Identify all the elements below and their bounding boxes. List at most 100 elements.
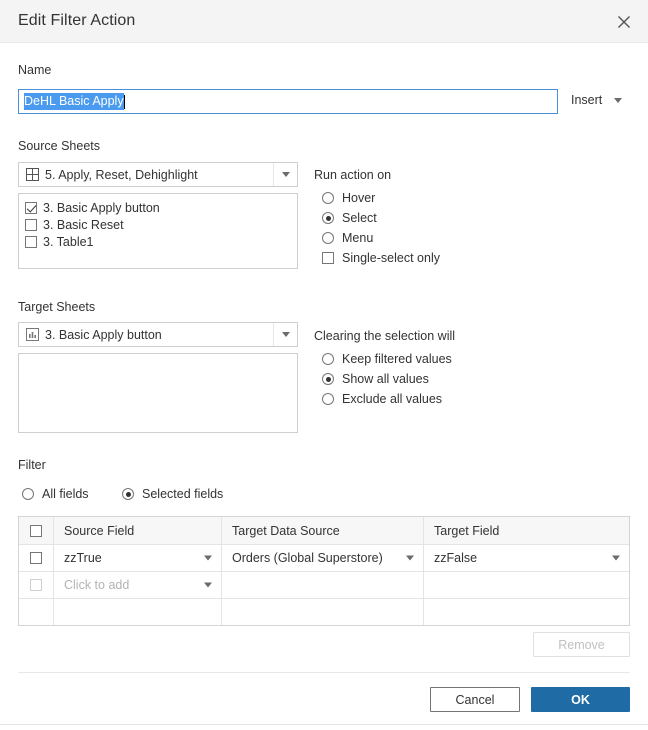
chevron-down-icon (273, 323, 297, 346)
list-item[interactable]: 3. Table1 (19, 233, 297, 250)
radio-icon[interactable] (322, 212, 334, 224)
filter-label: Filter (18, 458, 46, 472)
name-input[interactable]: DeHL Basic Apply (18, 89, 558, 114)
radio-hover[interactable]: Hover (322, 191, 375, 205)
cell-target-data-source[interactable]: Orders (Global Superstore) (221, 545, 423, 571)
filter-fields-table: Source Field Target Data Source Target F… (18, 516, 630, 626)
checkbox (30, 579, 42, 591)
radio-icon[interactable] (322, 353, 334, 365)
edit-filter-action-dialog: Edit Filter Action Name DeHL Basic Apply… (0, 0, 648, 730)
column-header-target-data-source: Target Data Source (221, 517, 423, 544)
footer-separator (18, 672, 630, 673)
remove-button: Remove (533, 632, 630, 657)
cell-source-field[interactable]: zzTrue (53, 545, 221, 571)
chevron-down-icon[interactable] (406, 555, 414, 561)
list-item[interactable]: 3. Basic Apply button (19, 199, 297, 216)
cell-source-field-add[interactable]: Click to add (53, 572, 221, 598)
dialog-title: Edit Filter Action (18, 12, 136, 29)
name-label: Name (18, 63, 52, 77)
chevron-down-icon[interactable] (612, 555, 620, 561)
insert-dropdown[interactable]: Insert (571, 93, 623, 107)
radio-selected-fields[interactable]: Selected fields (122, 487, 223, 501)
row-checkbox-cell-empty (19, 599, 53, 625)
cell-empty (423, 599, 629, 625)
cell-target-field-value: zzFalse (434, 551, 478, 565)
clearing-selection-label: Clearing the selection will (314, 329, 456, 343)
radio-select-label: Select (342, 211, 377, 225)
radio-icon[interactable] (322, 232, 334, 244)
ok-button-label: OK (571, 692, 590, 707)
cell-target-data-source-value: Orders (Global Superstore) (232, 551, 383, 565)
radio-icon[interactable] (322, 192, 334, 204)
table-row[interactable]: zzTrue Orders (Global Superstore) zzFals… (19, 544, 629, 571)
chevron-down-icon[interactable] (204, 555, 212, 561)
column-header-target-field: Target Field (423, 517, 629, 544)
cancel-button-label: Cancel (455, 692, 495, 707)
text-caret (123, 94, 125, 109)
dialog-bottom-edge (0, 724, 648, 725)
radio-icon[interactable] (322, 373, 334, 385)
radio-keep-filtered-values-label: Keep filtered values (342, 352, 452, 366)
list-item-label: 3. Basic Apply button (43, 200, 160, 215)
list-item[interactable]: 3. Basic Reset (19, 216, 297, 233)
checkbox[interactable] (322, 252, 334, 264)
radio-icon[interactable] (322, 393, 334, 405)
run-action-label: Run action on (314, 168, 392, 182)
select-all-cell[interactable] (19, 517, 53, 544)
radio-exclude-all-values[interactable]: Exclude all values (322, 392, 442, 406)
radio-select[interactable]: Select (322, 211, 377, 225)
single-select-only-checkbox[interactable]: Single-select only (322, 251, 440, 265)
remove-button-label: Remove (558, 637, 605, 652)
table-row[interactable]: Click to add (19, 571, 629, 598)
cell-empty (53, 599, 221, 625)
source-sheets-label: Source Sheets (18, 139, 100, 153)
radio-icon[interactable] (122, 488, 134, 500)
target-sheets-label: Target Sheets (18, 300, 96, 314)
row-checkbox-cell[interactable] (19, 545, 53, 571)
cancel-button[interactable]: Cancel (430, 687, 520, 712)
radio-exclude-all-values-label: Exclude all values (342, 392, 443, 406)
radio-keep-filtered-values[interactable]: Keep filtered values (322, 352, 452, 366)
target-sheets-dropdown-value: 3. Basic Apply button (45, 327, 162, 342)
source-sheets-dropdown[interactable]: 5. Apply, Reset, Dehighlight (18, 162, 298, 187)
radio-show-all-values[interactable]: Show all values (322, 372, 429, 386)
cell-empty (221, 599, 423, 625)
target-sheets-dropdown[interactable]: 3. Basic Apply button (18, 322, 298, 347)
radio-icon[interactable] (22, 488, 34, 500)
radio-show-all-values-label: Show all values (342, 372, 429, 386)
source-sheets-listbox[interactable]: 3. Basic Apply button 3. Basic Reset 3. … (18, 193, 298, 269)
ok-button[interactable]: OK (531, 687, 630, 712)
chevron-down-icon (614, 97, 623, 103)
radio-selected-fields-label: Selected fields (142, 487, 224, 501)
column-header-source-field: Source Field (53, 517, 221, 544)
worksheet-icon (19, 328, 45, 341)
source-sheets-dropdown-value: 5. Apply, Reset, Dehighlight (45, 167, 198, 182)
table-header-row: Source Field Target Data Source Target F… (19, 517, 629, 544)
cell-target-field[interactable]: zzFalse (423, 545, 629, 571)
checkbox[interactable] (25, 201, 37, 214)
dashboard-grid-icon (19, 168, 45, 181)
radio-all-fields-label: All fields (42, 487, 89, 501)
cell-target-data-source-empty[interactable] (221, 572, 423, 598)
checkbox[interactable] (25, 235, 37, 248)
insert-label: Insert (571, 93, 603, 107)
chevron-down-icon[interactable] (204, 582, 212, 588)
name-input-value: DeHL Basic Apply (24, 93, 124, 110)
list-item-label: 3. Table1 (43, 234, 94, 249)
checkbox[interactable] (30, 524, 42, 537)
single-select-only-label: Single-select only (342, 251, 440, 265)
close-icon[interactable] (608, 6, 640, 38)
radio-menu-label: Menu (342, 231, 374, 245)
target-sheets-listbox[interactable] (18, 353, 298, 433)
list-item-label: 3. Basic Reset (43, 217, 124, 232)
cell-target-field-empty[interactable] (423, 572, 629, 598)
row-checkbox-cell (19, 572, 53, 598)
dialog-titlebar: Edit Filter Action (0, 0, 648, 43)
checkbox[interactable] (30, 552, 42, 564)
cell-source-field-placeholder: Click to add (64, 578, 130, 592)
cell-source-field-value: zzTrue (64, 551, 102, 565)
table-row-empty (19, 598, 629, 625)
radio-menu[interactable]: Menu (322, 231, 373, 245)
checkbox[interactable] (25, 218, 37, 231)
radio-all-fields[interactable]: All fields (22, 487, 89, 501)
